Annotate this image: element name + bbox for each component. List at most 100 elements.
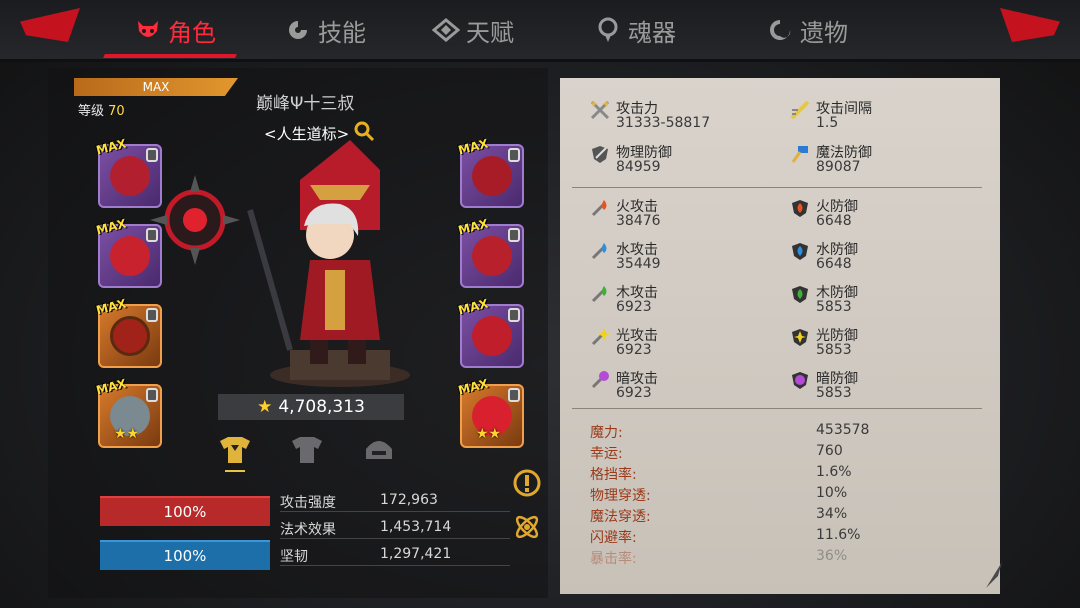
stat-luck: 幸运: 760: [590, 443, 843, 462]
boots-item-icon: [472, 316, 512, 356]
level-label: 等级: [78, 104, 105, 119]
stat-water-attack: 水攻击 35449: [590, 239, 770, 275]
equip-slot-glove[interactable]: MAX: [95, 217, 162, 288]
mp-bar: 100%: [100, 540, 270, 570]
equip-slot-boots[interactable]: MAX: [457, 297, 524, 368]
equip-slot-shard[interactable]: MAX ★★: [457, 377, 524, 448]
atom-button[interactable]: [510, 512, 544, 546]
tab-character[interactable]: 角色: [134, 10, 216, 50]
light-sword-icon: [590, 327, 610, 347]
substat-row: 坚韧 1,297,421: [280, 546, 510, 566]
level-text: 等级 70: [78, 100, 125, 119]
combat-power: ★ 4,708,313: [218, 394, 404, 420]
divider: [572, 408, 982, 409]
lock-icon: [508, 388, 520, 402]
hero-name: 巅峰Ψ十三叔: [256, 94, 355, 114]
stat-water-defense: 水防御 6648: [790, 239, 970, 275]
substat-value: 1,297,421: [380, 546, 452, 562]
soul-vessel-icon: [594, 16, 622, 44]
substat-label: 坚韧: [280, 549, 308, 565]
scroll-corner-icon: [984, 560, 1004, 590]
outfit-helmet-icon[interactable]: [359, 432, 399, 468]
stat-wood-defense: 木防御 5853: [790, 282, 970, 318]
substat-label: 法术效果: [280, 522, 336, 538]
tab-label: 魂器: [628, 18, 676, 47]
water-shield-icon: [790, 241, 810, 261]
stat-light-attack: 光攻击 6923: [590, 325, 770, 361]
devil-face-icon: [134, 16, 162, 44]
info-button[interactable]: [510, 468, 544, 502]
substat-row: 法术效果 1,453,714: [280, 519, 510, 539]
equip-slot-ring[interactable]: MAX: [95, 297, 162, 368]
dark-sword-icon: [590, 370, 610, 390]
equip-slot-pet[interactable]: MAX ★★: [95, 377, 162, 448]
stat-physical-penetration: 物理穿透: 10%: [590, 485, 848, 504]
tab-soul-vessel[interactable]: 魂器: [594, 10, 676, 50]
stat-physical-defense: 物理防御 84959: [590, 142, 770, 178]
stat-mana: 魔力: 453578: [590, 422, 870, 441]
dark-shield-icon: [790, 370, 810, 390]
stat-wood-attack: 木攻击 6923: [590, 282, 770, 318]
water-sword-icon: [590, 241, 610, 261]
wood-sword-icon: [590, 284, 610, 304]
star-icon: ★: [257, 397, 273, 417]
tab-relic[interactable]: 遗物: [766, 10, 848, 50]
swords-icon: [590, 100, 610, 120]
stat-dodge-rate: 闪避率: 11.6%: [590, 527, 861, 546]
equip-slot-armor[interactable]: MAX: [457, 217, 524, 288]
decor-red-left: [20, 8, 80, 42]
substat-value: 172,963: [380, 492, 438, 508]
star-rating: ★★: [476, 426, 502, 442]
tab-bar: 角色 技能 天赋 魂器 遗物: [0, 0, 1080, 62]
relic-swirl-icon: [766, 16, 794, 44]
stat-attack: 攻击力 31333-58817: [590, 98, 770, 134]
tab-label: 遗物: [800, 18, 848, 47]
glove-item-icon: [110, 236, 150, 276]
weapon-orb-art: [150, 175, 240, 265]
stat-magic-penetration: 魔法穿透: 34%: [590, 506, 848, 525]
tab-label: 天赋: [466, 18, 514, 47]
combat-power-value: 4,708,313: [278, 397, 365, 417]
level-value: 70: [108, 104, 125, 119]
lock-icon: [508, 308, 520, 322]
equip-slot-helmet[interactable]: MAX: [457, 137, 524, 208]
light-shield-icon: [790, 327, 810, 347]
stat-dark-defense: 暗防御 5853: [790, 368, 970, 404]
stat-magic-defense: 魔法防御 89087: [790, 142, 970, 178]
ring-item-icon: [110, 316, 150, 356]
hp-bar: 100%: [100, 496, 270, 526]
outfit-gold-armor-icon[interactable]: [215, 432, 255, 472]
decor-red-right: [1000, 8, 1060, 42]
fire-shield-icon: [790, 198, 810, 218]
wood-shield-icon: [790, 284, 810, 304]
lock-icon: [146, 308, 158, 322]
fire-sword-icon: [590, 198, 610, 218]
armor-item-icon: [472, 236, 512, 276]
exclamation-shield-icon: [512, 468, 542, 502]
stat-crit-rate: 暴击率: 36%: [590, 548, 848, 567]
magic-hammer-icon: [790, 144, 810, 164]
helmet-item-icon: [472, 156, 512, 196]
diamond-talent-icon: [432, 16, 460, 44]
stat-fire-defense: 火防御 6648: [790, 196, 970, 232]
stat-block-rate: 格挡率: 1.6%: [590, 464, 852, 483]
speed-sword-icon: [790, 100, 810, 120]
outfit-armor-icon[interactable]: [287, 432, 327, 468]
stat-attack-interval: 攻击间隔 1.5: [790, 98, 970, 134]
hero-character-art[interactable]: [230, 140, 440, 390]
stat-dark-attack: 暗攻击 6923: [590, 368, 770, 404]
divider: [572, 187, 982, 188]
substat-value: 1,453,714: [380, 519, 452, 535]
tab-skills[interactable]: 技能: [284, 10, 366, 50]
tab-talent[interactable]: 天赋: [432, 10, 514, 50]
substat-row: 攻击强度 172,963: [280, 492, 510, 512]
lock-icon: [146, 228, 158, 242]
equip-slot-weapon[interactable]: MAX: [95, 137, 162, 208]
lock-icon: [508, 228, 520, 242]
weapon-item-icon: [110, 156, 150, 196]
shield-sword-icon: [590, 144, 610, 164]
substat-label: 攻击强度: [280, 495, 336, 511]
spiral-skill-icon: [284, 16, 312, 44]
tab-label: 角色: [168, 18, 216, 47]
stat-fire-attack: 火攻击 38476: [590, 196, 770, 232]
